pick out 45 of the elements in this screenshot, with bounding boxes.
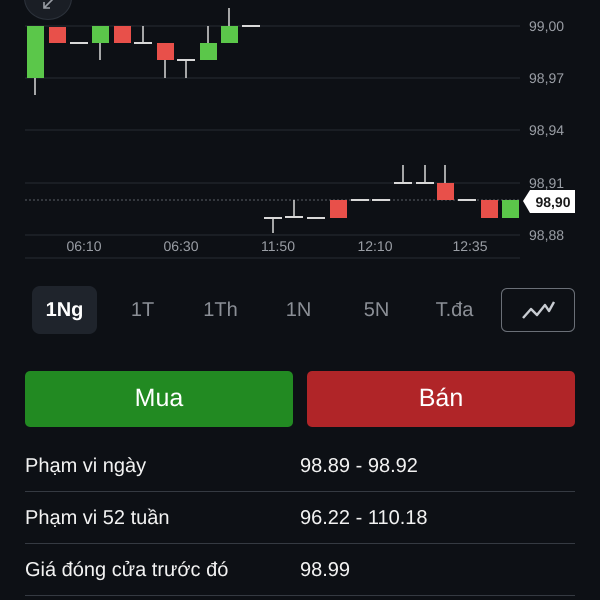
candle <box>92 26 109 60</box>
candle <box>114 26 131 43</box>
candle <box>200 26 217 60</box>
y-axis-label: 99,00 <box>529 18 564 34</box>
candle <box>330 200 347 218</box>
y-axis-label: 98,97 <box>529 70 564 86</box>
candle <box>437 165 454 200</box>
x-axis-label: 11:50 <box>261 238 295 254</box>
stat-value: 98.89 - 98.92 <box>300 454 418 478</box>
x-axis-label: 06:30 <box>163 238 199 254</box>
candle <box>157 43 174 78</box>
stat-value: 96.22 - 110.18 <box>300 506 428 530</box>
period-tab[interactable]: 1T <box>110 286 175 334</box>
buy-button[interactable]: Mua <box>25 371 293 427</box>
candle <box>502 200 519 218</box>
stat-label: Giá đóng cửa trước đó <box>25 558 230 582</box>
period-tab[interactable]: 1Th <box>188 286 253 334</box>
stat-label: Phạm vi ngày <box>25 454 148 478</box>
candle <box>177 59 195 78</box>
candle <box>27 26 44 95</box>
candle <box>221 8 238 43</box>
stat-label: Phạm vi 52 tuần <box>25 506 171 530</box>
sell-button[interactable]: Bán <box>307 371 575 427</box>
y-axis-label: 98,91 <box>529 175 564 191</box>
arrow-icon <box>41 0 55 11</box>
candle <box>49 27 66 43</box>
line-chart-icon <box>521 300 555 320</box>
period-tab[interactable]: 5N <box>344 286 409 334</box>
x-axis-label: 06:10 <box>66 238 102 254</box>
period-tab[interactable]: T.đa <box>422 286 487 334</box>
candle <box>285 200 303 218</box>
candle <box>394 165 412 184</box>
price-tag: 98,90 <box>523 190 575 213</box>
y-axis-label: 98,94 <box>529 122 564 138</box>
x-axis-label: 12:35 <box>452 238 488 254</box>
candle <box>134 26 152 44</box>
candle <box>416 165 434 184</box>
period-tab[interactable]: 1Ng <box>32 286 97 334</box>
period-tab[interactable]: 1N <box>266 286 331 334</box>
x-axis-label: 12:10 <box>357 238 393 254</box>
candle <box>481 200 498 218</box>
candle <box>264 217 282 233</box>
stat-value: 98.99 <box>300 558 350 582</box>
y-axis-label: 98,88 <box>529 227 564 243</box>
chart-type-button[interactable] <box>501 288 575 332</box>
